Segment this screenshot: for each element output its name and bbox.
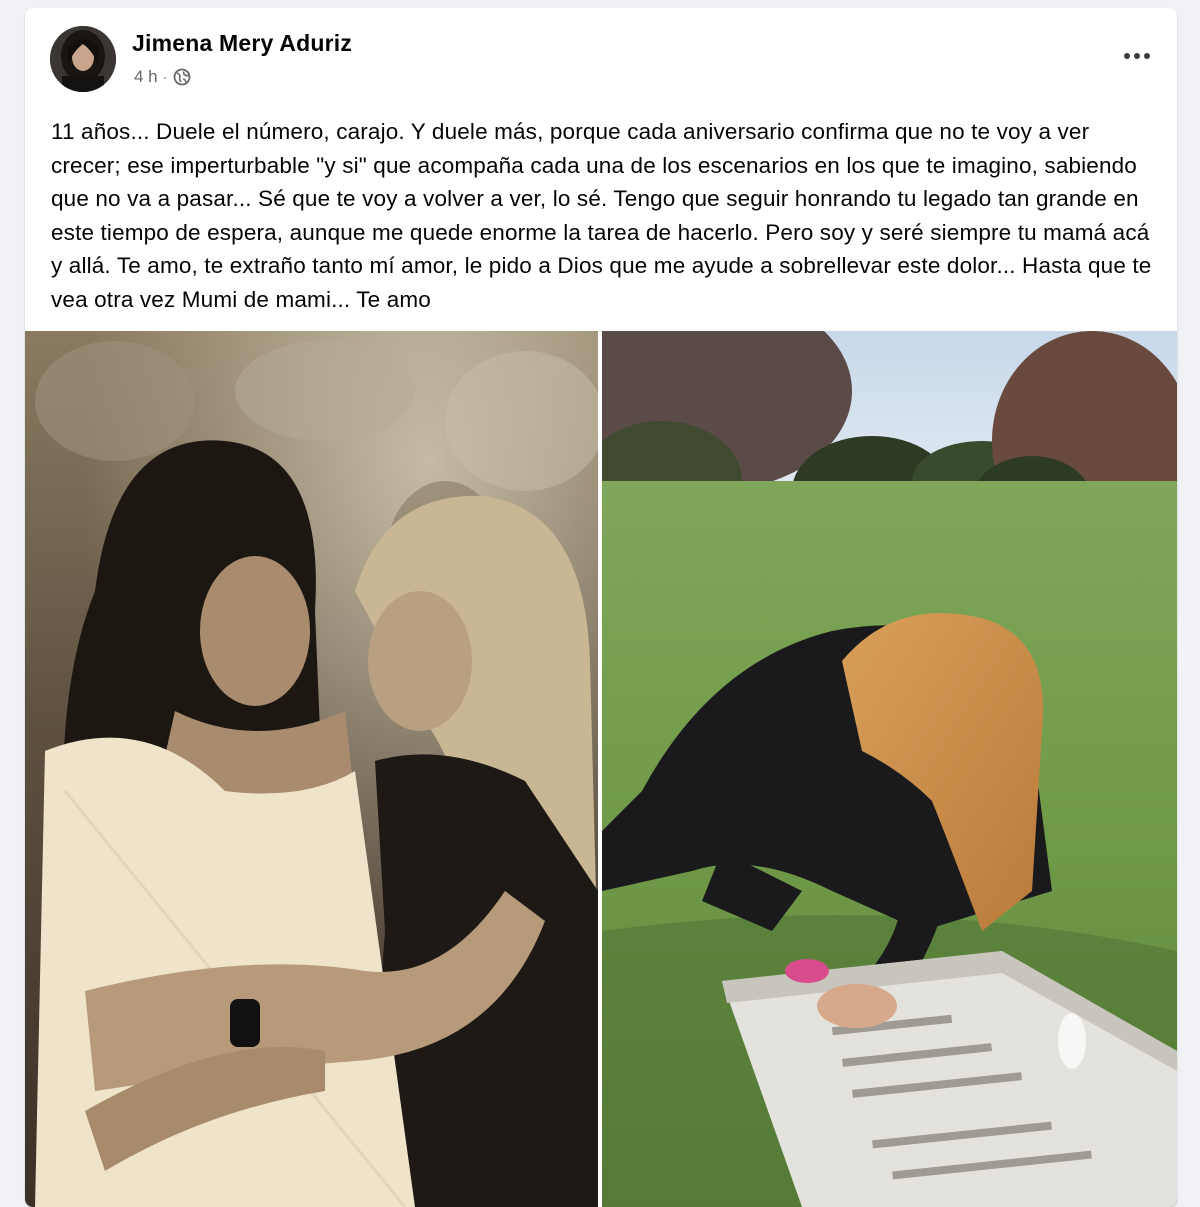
post-header: Jimena Mery Aduriz 4 h · [25,8,1177,98]
more-options-icon [1124,53,1150,59]
author-avatar[interactable] [50,26,116,92]
more-options-button[interactable] [1115,38,1159,74]
post-timestamp[interactable]: 4 h [134,67,158,87]
post-meta: 4 h · [134,66,191,88]
post-text: 11 años... Duele el número, carajo. Y du… [51,119,1152,312]
photo-cemetery-grave[interactable] [602,331,1177,1207]
photo-grid [25,331,1177,1207]
author-name[interactable]: Jimena Mery Aduriz [132,30,352,57]
post-card: Jimena Mery Aduriz 4 h · 11 años... Duel… [25,8,1177,1207]
meta-separator: · [162,69,168,85]
photo-mother-daughter[interactable] [25,331,598,1207]
globe-icon[interactable] [173,68,191,86]
